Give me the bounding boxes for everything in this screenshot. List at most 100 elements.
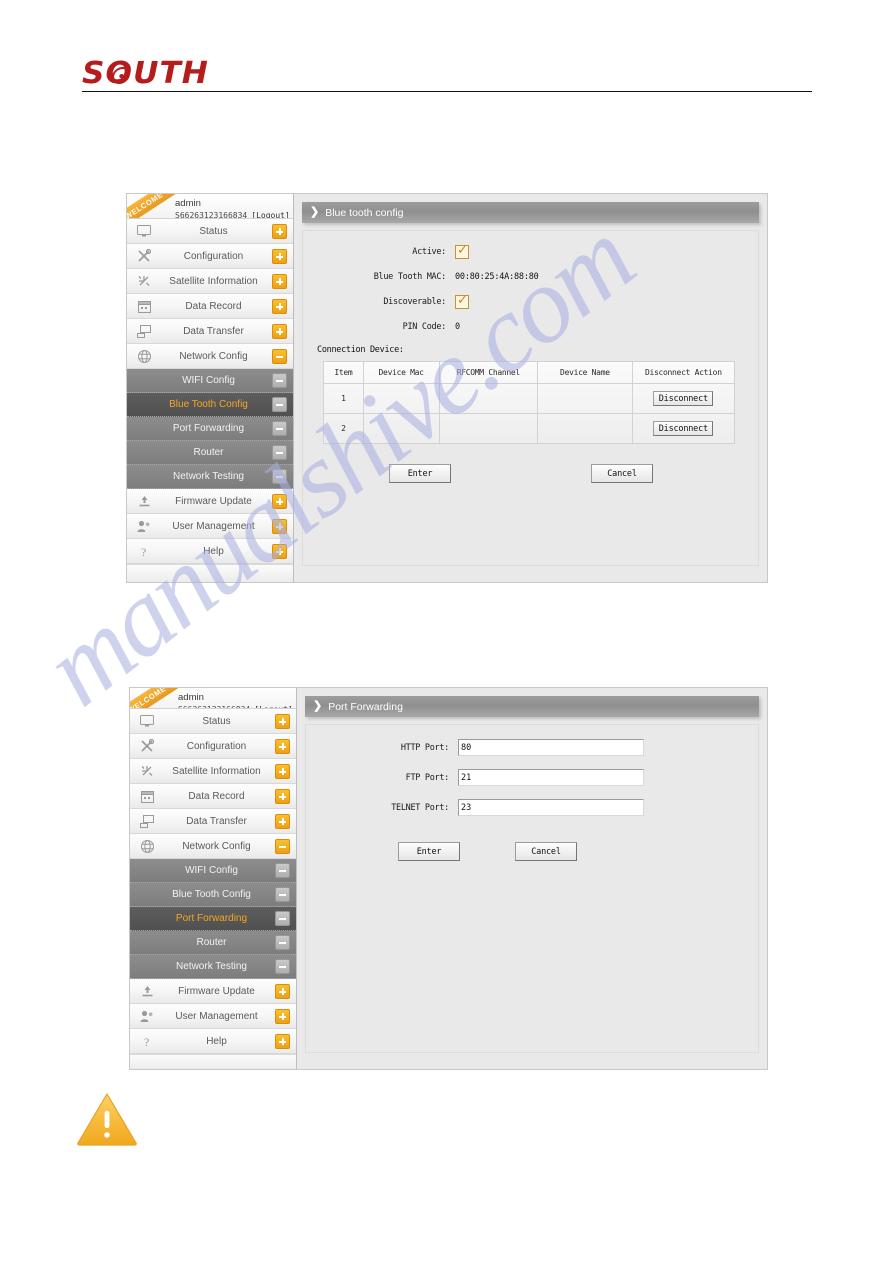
svg-text:?: ?: [141, 545, 146, 558]
panel-title-bluetooth: ❯ Blue tooth config: [302, 202, 759, 223]
discoverable-checkbox[interactable]: ✓: [455, 294, 469, 309]
ftp-port-input[interactable]: [458, 769, 644, 786]
sidebar-item-label: Satellite Information: [169, 275, 258, 287]
http-port-input[interactable]: [458, 739, 644, 756]
table-row: 1 Disconnect: [323, 383, 736, 414]
network-config-submenu: WIFI Config Blue Tooth Config Port Forwa…: [127, 369, 293, 490]
submenu-item-label: Router: [193, 447, 224, 459]
sidebar-item-firmware-update[interactable]: Firmware Update: [127, 489, 293, 515]
globe-icon: [127, 349, 161, 363]
expand-toggle-data-transfer[interactable]: [275, 813, 290, 829]
expand-toggle-status[interactable]: [275, 713, 290, 729]
sidebar-item-satellite-information[interactable]: Satellite Information: [130, 759, 296, 785]
toggle-wifi-config[interactable]: [272, 373, 287, 389]
expand-toggle-data-record[interactable]: [275, 788, 290, 804]
expand-toggle-satellite-information[interactable]: [275, 763, 290, 779]
logo-text-part2: UTH: [133, 56, 209, 91]
sidebar-item-user-management[interactable]: User Management: [127, 514, 293, 540]
cancel-button[interactable]: Cancel: [515, 842, 577, 861]
panel-title-text: Blue tooth config: [325, 206, 404, 219]
expand-toggle-data-record[interactable]: [272, 298, 287, 314]
sidebar-item-label: Firmware Update: [175, 495, 252, 507]
expand-toggle-user-management[interactable]: [275, 1008, 290, 1024]
sidebar-item-help[interactable]: ? Help: [130, 1029, 296, 1055]
expand-toggle-satellite-information[interactable]: [272, 273, 287, 289]
column-header-device-mac: Device Mac: [362, 361, 440, 384]
sidebar-item-user-management[interactable]: User Management: [130, 1004, 296, 1030]
expand-toggle-firmware-update[interactable]: [275, 983, 290, 999]
ftp-port-label: FTP Port:: [405, 772, 450, 783]
question-icon: ?: [130, 1035, 164, 1048]
submenu-item-network-testing[interactable]: Network Testing: [130, 955, 296, 980]
column-header-rfcomm-channel: RFCOMM Channel: [438, 361, 539, 384]
sidebar-item-help[interactable]: ? Help: [127, 539, 293, 565]
sidebar-item-network-config[interactable]: Network Config: [127, 344, 293, 370]
monitor-icon: [130, 715, 164, 727]
cell-device-mac: [362, 413, 440, 444]
expand-toggle-configuration[interactable]: [275, 738, 290, 754]
telnet-port-input[interactable]: [458, 799, 644, 816]
discoverable-label: Discoverable:: [383, 297, 446, 307]
enter-button[interactable]: Enter: [389, 464, 451, 483]
toggle-network-testing[interactable]: [272, 469, 287, 485]
toggle-wifi-config[interactable]: [275, 863, 290, 879]
sidebar-item-status[interactable]: Status: [127, 219, 293, 245]
chevron-right-icon: ❯: [310, 206, 320, 218]
cancel-button[interactable]: Cancel: [591, 464, 653, 483]
toggle-port-forwarding[interactable]: [272, 421, 287, 437]
upload-icon: [127, 495, 161, 508]
submenu-item-port-forwarding[interactable]: Port Forwarding: [127, 417, 293, 442]
submenu-item-wifi-config[interactable]: WIFI Config: [127, 369, 293, 394]
sidebar-item-configuration[interactable]: Configuration: [130, 734, 296, 760]
sidebar-menu: Status Configuration Satellite Informati…: [130, 709, 296, 1055]
submenu-item-port-forwarding[interactable]: Port Forwarding: [130, 907, 296, 932]
sidebar-item-label: Status: [202, 715, 231, 727]
sidebar-item-data-record[interactable]: Data Record: [127, 294, 293, 320]
row-ftp-port: FTP Port:: [316, 769, 748, 786]
active-checkbox[interactable]: ✓: [455, 243, 469, 259]
submenu-item-label: Router: [196, 937, 227, 949]
toggle-blue-tooth-config[interactable]: [272, 397, 287, 413]
submenu-item-label: Network Testing: [173, 471, 244, 483]
page-header: SO UTH: [0, 0, 893, 100]
toggle-network-testing[interactable]: [275, 959, 290, 975]
check-icon: ✓: [457, 243, 468, 258]
toggle-router[interactable]: [275, 935, 290, 951]
sidebar-item-satellite-information[interactable]: Satellite Information: [127, 269, 293, 295]
expand-toggle-help[interactable]: [275, 1033, 290, 1049]
submenu-item-router[interactable]: Router: [130, 931, 296, 956]
sidebar-item-data-transfer[interactable]: Data Transfer: [130, 809, 296, 835]
submenu-item-network-testing[interactable]: Network Testing: [127, 465, 293, 490]
sidebar-item-configuration[interactable]: Configuration: [127, 244, 293, 270]
disconnect-button[interactable]: Disconnect: [653, 421, 714, 436]
disconnect-button[interactable]: Disconnect: [653, 391, 714, 406]
submenu-item-blue-tooth-config[interactable]: Blue Tooth Config: [130, 883, 296, 908]
submenu-item-label: WIFI Config: [185, 865, 238, 877]
enter-button[interactable]: Enter: [398, 842, 460, 861]
svg-text:?: ?: [144, 1035, 149, 1048]
toggle-port-forwarding[interactable]: [275, 911, 290, 927]
expand-toggle-firmware-update[interactable]: [272, 493, 287, 509]
expand-toggle-status[interactable]: [272, 223, 287, 239]
satellite-icon: [130, 764, 164, 778]
expand-toggle-user-management[interactable]: [272, 518, 287, 534]
submenu-item-router[interactable]: Router: [127, 441, 293, 466]
sidebar-item-firmware-update[interactable]: Firmware Update: [130, 979, 296, 1005]
expand-toggle-help[interactable]: [272, 543, 287, 559]
collapse-toggle-network-config[interactable]: [275, 838, 290, 854]
logout-link[interactable]: [Logout]: [251, 211, 290, 218]
transfer-icon: [130, 814, 164, 828]
sidebar-item-label: Help: [206, 1035, 227, 1047]
sidebar-item-network-config[interactable]: Network Config: [130, 834, 296, 860]
sidebar-item-data-transfer[interactable]: Data Transfer: [127, 319, 293, 345]
warning-triangle-icon: [76, 1092, 138, 1146]
submenu-item-blue-tooth-config[interactable]: Blue Tooth Config: [127, 393, 293, 418]
expand-toggle-data-transfer[interactable]: [272, 323, 287, 339]
toggle-blue-tooth-config[interactable]: [275, 887, 290, 903]
expand-toggle-configuration[interactable]: [272, 248, 287, 264]
submenu-item-wifi-config[interactable]: WIFI Config: [130, 859, 296, 884]
sidebar-item-status[interactable]: Status: [130, 709, 296, 735]
toggle-router[interactable]: [272, 445, 287, 461]
collapse-toggle-network-config[interactable]: [272, 348, 287, 364]
sidebar-item-data-record[interactable]: Data Record: [130, 784, 296, 810]
